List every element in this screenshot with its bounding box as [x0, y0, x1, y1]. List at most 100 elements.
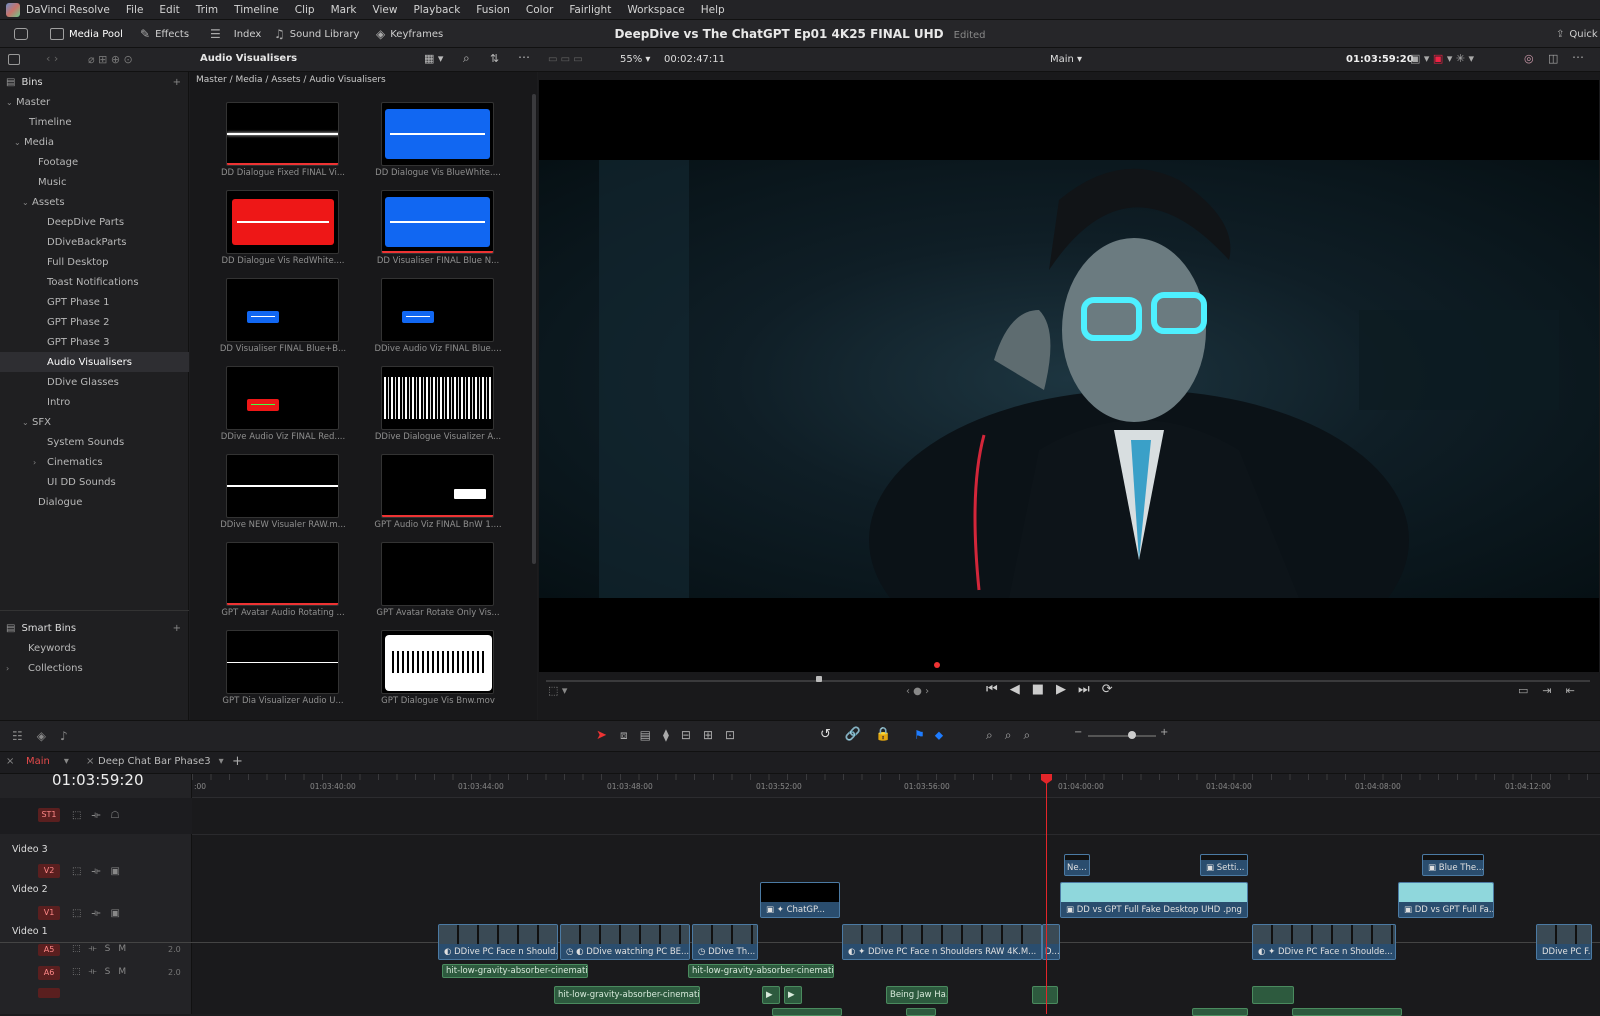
pool-tool-icons[interactable]: ⌀ ⊞ ⊕ ⊙: [88, 53, 133, 66]
video-clip[interactable]: ◐ ✦ DDive PC Face n Shoulders RAW 4K.M..…: [842, 924, 1042, 960]
chevron-right-icon[interactable]: ›: [33, 458, 43, 467]
menu-color[interactable]: Color: [526, 4, 553, 16]
jog-control[interactable]: ‹ ● ›: [906, 686, 929, 697]
dynamic-trim-icon[interactable]: ▤: [640, 728, 663, 742]
media-pool-button[interactable]: Media Pool: [50, 24, 123, 44]
chevron-down-icon[interactable]: ⌄: [6, 98, 16, 107]
clip-thumbnail[interactable]: [381, 102, 494, 166]
track-v1-label[interactable]: V1: [38, 906, 60, 920]
stop-icon[interactable]: ■: [1032, 682, 1056, 697]
bin-footage[interactable]: Footage: [0, 152, 189, 172]
marker-icon[interactable]: ⬥: [935, 728, 953, 742]
lock-icon[interactable]: ⬚: [72, 908, 91, 919]
lock-icon[interactable]: ⬚: [72, 810, 91, 821]
viewer-end-controls[interactable]: ▭⇥⇤: [1518, 684, 1589, 697]
skip-start-icon[interactable]: ⏮: [986, 682, 1010, 697]
timeline-ruler[interactable]: :00 01:03:40:00 01:03:44:00 01:03:48:00 …: [192, 774, 1600, 798]
sidebar-toggle-icon[interactable]: [8, 54, 20, 65]
bin-gpt-phase-3[interactable]: GPT Phase 3: [0, 332, 189, 352]
clip-thumbnail[interactable]: [381, 278, 494, 342]
audio-clip[interactable]: [906, 1008, 936, 1016]
close-tab-icon[interactable]: ×: [86, 756, 94, 767]
video-clip[interactable]: ◷ DDive Th...: [692, 924, 758, 960]
video-frame[interactable]: [539, 80, 1599, 690]
video-clip[interactable]: ◷ ◐ DDive watching PC BE...: [560, 924, 690, 960]
zoom-slider[interactable]: [1088, 735, 1156, 737]
smart-bin-keywords[interactable]: Keywords: [0, 638, 189, 658]
bin-sfx[interactable]: ⌄ SFX: [0, 412, 189, 432]
pool-scrollbar[interactable]: [532, 94, 536, 564]
zoom-tools[interactable]: ⌕⌕⌕: [986, 728, 1042, 743]
clip-thumbnail[interactable]: [381, 190, 494, 254]
menu-workspace[interactable]: Workspace: [627, 4, 684, 16]
clip-thumbnail[interactable]: [226, 190, 339, 254]
viewer-layout-icons[interactable]: ▭ ▭ ▭: [548, 54, 583, 65]
more-options-icon[interactable]: ⋯: [518, 50, 530, 64]
audio-clip[interactable]: hit-low-gravity-absorber-cinematic-t...: [688, 964, 834, 978]
viewer-more-icon[interactable]: ⋯: [1572, 50, 1584, 64]
auto-select-icon[interactable]: ⟛: [89, 944, 105, 954]
video-clip[interactable]: ◐ DDive PC Face n Should...: [438, 924, 558, 960]
lock-icon[interactable]: 🔒: [875, 727, 905, 742]
menu-view[interactable]: View: [373, 4, 398, 16]
zoom-custom-icon[interactable]: ⌕: [1023, 728, 1042, 742]
audio-clip[interactable]: [1032, 986, 1058, 1004]
keyframes-button[interactable]: ◈ Keyframes: [376, 24, 443, 44]
clip-thumbnail[interactable]: [381, 542, 494, 606]
search-icon[interactable]: ⌕: [463, 51, 470, 66]
add-bin-icon[interactable]: +: [173, 77, 181, 88]
menu-mark[interactable]: Mark: [331, 4, 357, 16]
play-icon[interactable]: ▶: [1056, 682, 1078, 697]
track-a5-controls[interactable]: ⬚⟛SM: [72, 944, 134, 954]
track-st1-controls[interactable]: ⬚⟛☖: [72, 810, 129, 821]
clip-thumbnail[interactable]: [226, 102, 339, 166]
zoom-detail-icon[interactable]: ⌕: [1005, 728, 1024, 742]
bin-ddivebackparts[interactable]: DDiveBackParts: [0, 232, 189, 252]
tab-main[interactable]: Main ▾: [26, 756, 69, 767]
track-video2-name[interactable]: Video 2: [12, 884, 48, 895]
flag-icon[interactable]: ⚑: [914, 728, 935, 742]
replace-icon[interactable]: ⊡: [725, 728, 747, 742]
transport-controls[interactable]: ⏮◀■▶⏭⟳: [986, 682, 1125, 697]
menu-help[interactable]: Help: [701, 4, 725, 16]
audio-clip[interactable]: ▶: [762, 986, 780, 1004]
split-view-icon[interactable]: ◫: [1548, 52, 1558, 65]
bin-media[interactable]: ⌄ Media: [0, 132, 189, 152]
audio-clip[interactable]: [1292, 1008, 1402, 1016]
insert-icon[interactable]: ⊟: [681, 728, 703, 742]
viewer-option-icons[interactable]: ▣ ▾ ▣ ▾ ✳ ▾: [1410, 52, 1474, 65]
overwrite-icon[interactable]: ⊞: [703, 728, 725, 742]
video-toggle-icon[interactable]: ▣: [111, 866, 130, 877]
edit-tools[interactable]: ⧈▤⧫⊟⊞⊡: [620, 728, 747, 743]
bin-ddive-glasses[interactable]: DDive Glasses: [0, 372, 189, 392]
grid-view-icon[interactable]: ▦ ▾: [424, 52, 443, 65]
bin-audio-visualisers[interactable]: Audio Visualisers: [0, 352, 189, 372]
skip-end-icon[interactable]: ⏭: [1078, 682, 1102, 697]
timeline-options-icon[interactable]: ☷: [12, 729, 37, 743]
bin-deepdive-parts[interactable]: DeepDive Parts: [0, 212, 189, 232]
video-clip[interactable]: ▣ ✦ ChatGP...: [760, 882, 840, 918]
audio-clip[interactable]: [1252, 986, 1294, 1004]
track-v1-controls[interactable]: ⬚⟛▣: [72, 908, 130, 919]
clip-thumbnail[interactable]: [381, 366, 494, 430]
menu-fusion[interactable]: Fusion: [476, 4, 510, 16]
video-clip[interactable]: ▣ Blue The...: [1422, 854, 1484, 876]
menu-timeline[interactable]: Timeline: [234, 4, 279, 16]
track-v2-controls[interactable]: ⬚⟛▣: [72, 866, 130, 877]
caption-icon[interactable]: ☖: [111, 810, 130, 821]
trim-tool-icon[interactable]: ⧈: [620, 728, 640, 742]
track-v2-label[interactable]: V2: [38, 864, 60, 878]
clip-thumbnail[interactable]: [226, 542, 339, 606]
audio-clip[interactable]: hit-low-gravity-absorber-cinematic-t...: [554, 986, 700, 1004]
video-clip[interactable]: Ne...: [1064, 854, 1090, 876]
reverse-icon[interactable]: ◀: [1010, 682, 1032, 697]
nav-back-forward-icon[interactable]: ‹ ›: [46, 52, 58, 65]
video-clip[interactable]: ▣ DD vs GPT Full Fake Desktop UHD .png: [1060, 882, 1248, 918]
lock-icon[interactable]: ⬚: [72, 944, 89, 954]
track-a5-label[interactable]: A5: [38, 944, 60, 956]
clip-thumbnail[interactable]: [226, 630, 339, 694]
match-frame-icon[interactable]: ▭: [1518, 684, 1542, 697]
menu-clip[interactable]: Clip: [295, 4, 315, 16]
davinci-logo-icon[interactable]: [6, 2, 20, 17]
audio-clip[interactable]: [1192, 1008, 1248, 1016]
